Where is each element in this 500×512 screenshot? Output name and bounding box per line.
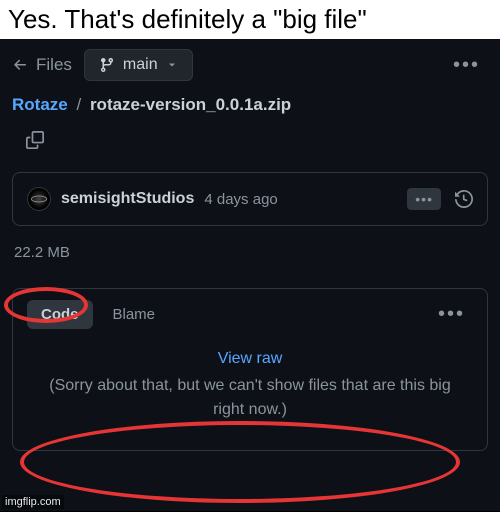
- view-raw-link[interactable]: View raw: [37, 350, 463, 368]
- latest-commit-box: semisightStudios 4 days ago •••: [12, 172, 488, 226]
- file-preview-box: Code Blame ••• View raw (Sorry about tha…: [12, 288, 488, 451]
- meme-caption: Yes. That's definitely a "big file": [0, 0, 500, 39]
- branch-selector[interactable]: main: [84, 49, 193, 81]
- github-file-view: Files main ••• Rotaze / rotaze-version_0…: [0, 39, 500, 511]
- commit-sha-badge[interactable]: •••: [407, 188, 441, 210]
- top-nav-row: Files main •••: [12, 49, 488, 81]
- back-to-files[interactable]: Files: [12, 55, 72, 75]
- history-icon[interactable]: [455, 190, 473, 208]
- preview-body: View raw (Sorry about that, but we can't…: [13, 330, 487, 450]
- commit-time: 4 days ago: [204, 191, 277, 208]
- file-too-big-message: (Sorry about that, but we can't show fil…: [37, 374, 463, 422]
- copy-icon: [26, 131, 44, 149]
- file-name: rotaze-version_0.0.1a.zip: [90, 95, 291, 114]
- commit-actions: •••: [407, 188, 473, 210]
- back-label: Files: [36, 55, 72, 75]
- copy-path-button[interactable]: [26, 131, 44, 149]
- chevron-down-icon: [166, 59, 178, 71]
- tab-blame[interactable]: Blame: [99, 300, 170, 329]
- git-branch-icon: [99, 57, 115, 73]
- avatar[interactable]: [27, 187, 51, 211]
- more-menu[interactable]: •••: [445, 50, 488, 81]
- repo-link[interactable]: Rotaze: [12, 95, 68, 114]
- breadcrumb-separator: /: [76, 95, 81, 114]
- file-more-menu[interactable]: •••: [430, 299, 473, 330]
- breadcrumb: Rotaze / rotaze-version_0.0.1a.zip: [12, 95, 488, 115]
- watermark: imgflip.com: [2, 495, 64, 509]
- file-size: 22.2 MB: [14, 244, 70, 261]
- tab-code[interactable]: Code: [27, 300, 93, 329]
- preview-tabs: Code Blame •••: [13, 289, 487, 330]
- branch-name: main: [123, 56, 158, 74]
- arrow-left-icon: [12, 57, 28, 73]
- commit-author[interactable]: semisightStudios: [61, 190, 194, 208]
